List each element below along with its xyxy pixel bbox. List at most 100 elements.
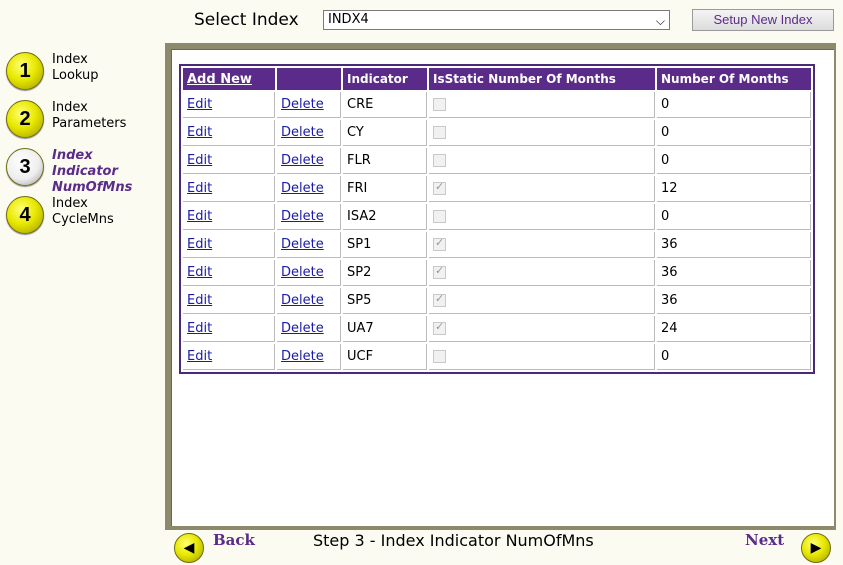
delete-cell: Delete bbox=[277, 316, 341, 342]
edit-link[interactable]: Edit bbox=[187, 293, 212, 308]
edit-link[interactable]: Edit bbox=[187, 209, 212, 224]
indicator-cell: FRI bbox=[343, 176, 427, 202]
step-3-label: Index Indicator NumOfMns bbox=[52, 148, 132, 196]
edit-cell: Edit bbox=[183, 120, 275, 146]
next-arrow-icon[interactable]: ▶ bbox=[801, 533, 831, 563]
delete-link[interactable]: Delete bbox=[281, 181, 324, 196]
is-static-checkbox[interactable] bbox=[433, 126, 446, 139]
add-new-header[interactable]: Add New bbox=[183, 68, 275, 90]
top-bar: Select Index INDX4 ⌵ Setup New Index bbox=[0, 0, 843, 40]
delete-link[interactable]: Delete bbox=[281, 293, 324, 308]
delete-link[interactable]: Delete bbox=[281, 321, 324, 336]
step-1[interactable]: 1 Index Lookup bbox=[6, 52, 166, 96]
is-static-cell: ✓ bbox=[429, 176, 655, 202]
delete-cell: Delete bbox=[277, 288, 341, 314]
indicator-cell: CRE bbox=[343, 92, 427, 118]
step-3-label-line1: Index bbox=[52, 148, 93, 163]
is-static-column-header: IsStatic Number Of Months bbox=[429, 68, 655, 90]
table-header-row: Add New Indicator IsStatic Number Of Mon… bbox=[183, 68, 811, 90]
table-row: Edit Delete UCF 0 bbox=[183, 344, 811, 370]
edit-cell: Edit bbox=[183, 288, 275, 314]
edit-link[interactable]: Edit bbox=[187, 265, 212, 280]
delete-link[interactable]: Delete bbox=[281, 265, 324, 280]
delete-cell: Delete bbox=[277, 120, 341, 146]
edit-link[interactable]: Edit bbox=[187, 125, 212, 140]
is-static-checkbox[interactable]: ✓ bbox=[433, 264, 446, 279]
is-static-cell: ✓ bbox=[429, 288, 655, 314]
step-2-label-line1: Index bbox=[52, 100, 88, 115]
table-row: Edit Delete ISA2 0 bbox=[183, 204, 811, 230]
is-static-cell: ✓ bbox=[429, 316, 655, 342]
delete-cell: Delete bbox=[277, 344, 341, 370]
delete-column-header bbox=[277, 68, 341, 90]
edit-cell: Edit bbox=[183, 148, 275, 174]
delete-cell: Delete bbox=[277, 92, 341, 118]
wizard-footer: ◀ Back Step 3 - Index Indicator NumOfMns… bbox=[165, 530, 843, 565]
is-static-checkbox[interactable]: ✓ bbox=[433, 320, 446, 335]
delete-link[interactable]: Delete bbox=[281, 125, 324, 140]
step-3-label-line3: NumOfMns bbox=[52, 180, 133, 195]
step-3-label-line2: Indicator bbox=[52, 164, 118, 179]
delete-link[interactable]: Delete bbox=[281, 209, 324, 224]
step-3-number-icon: 3 bbox=[6, 148, 44, 186]
indicator-cell: FLR bbox=[343, 148, 427, 174]
step-caption: Step 3 - Index Indicator NumOfMns bbox=[313, 531, 594, 550]
indicator-table: Add New Indicator IsStatic Number Of Mon… bbox=[179, 64, 815, 374]
is-static-checkbox[interactable] bbox=[433, 210, 446, 223]
indicator-cell: SP2 bbox=[343, 260, 427, 286]
back-arrow-icon[interactable]: ◀ bbox=[174, 533, 204, 563]
edit-link[interactable]: Edit bbox=[187, 97, 212, 112]
number-of-months-cell: 36 bbox=[657, 232, 811, 258]
next-button[interactable]: Next bbox=[745, 531, 784, 549]
edit-link[interactable]: Edit bbox=[187, 237, 212, 252]
edit-link[interactable]: Edit bbox=[187, 181, 212, 196]
edit-cell: Edit bbox=[183, 316, 275, 342]
checkmark-icon: ✓ bbox=[435, 180, 445, 193]
is-static-cell bbox=[429, 148, 655, 174]
step-2-label-line2: Parameters bbox=[52, 116, 127, 131]
is-static-checkbox[interactable] bbox=[433, 98, 446, 111]
edit-link[interactable]: Edit bbox=[187, 321, 212, 336]
is-static-cell bbox=[429, 344, 655, 370]
indicator-column-header: Indicator bbox=[343, 68, 427, 90]
table-row: Edit Delete SP2 ✓ 36 bbox=[183, 260, 811, 286]
step-4[interactable]: 4 Index CycleMns bbox=[6, 196, 166, 240]
is-static-checkbox[interactable] bbox=[433, 154, 446, 167]
table-row: Edit Delete CY 0 bbox=[183, 120, 811, 146]
delete-cell: Delete bbox=[277, 260, 341, 286]
table-row: Edit Delete CRE 0 bbox=[183, 92, 811, 118]
back-button[interactable]: Back bbox=[213, 531, 255, 549]
delete-cell: Delete bbox=[277, 176, 341, 202]
indicator-cell: UCF bbox=[343, 344, 427, 370]
setup-new-index-button[interactable]: Setup New Index bbox=[692, 9, 834, 31]
step-3[interactable]: 3 Index Indicator NumOfMns bbox=[6, 148, 166, 196]
delete-link[interactable]: Delete bbox=[281, 97, 324, 112]
edit-link[interactable]: Edit bbox=[187, 349, 212, 364]
delete-link[interactable]: Delete bbox=[281, 237, 324, 252]
is-static-checkbox[interactable] bbox=[433, 350, 446, 363]
edit-link[interactable]: Edit bbox=[187, 153, 212, 168]
is-static-checkbox[interactable]: ✓ bbox=[433, 292, 446, 307]
indicator-cell: SP1 bbox=[343, 232, 427, 258]
step-1-label-line1: Index bbox=[52, 52, 88, 67]
delete-cell: Delete bbox=[277, 232, 341, 258]
is-static-cell: ✓ bbox=[429, 232, 655, 258]
step-4-label: Index CycleMns bbox=[52, 196, 114, 228]
delete-link[interactable]: Delete bbox=[281, 349, 324, 364]
number-of-months-cell: 36 bbox=[657, 288, 811, 314]
is-static-checkbox[interactable]: ✓ bbox=[433, 180, 446, 195]
step-2[interactable]: 2 Index Parameters bbox=[6, 100, 166, 144]
is-static-checkbox[interactable]: ✓ bbox=[433, 236, 446, 251]
delete-link[interactable]: Delete bbox=[281, 153, 324, 168]
index-select-value: INDX4 bbox=[328, 12, 369, 27]
chevron-down-icon: ⌵ bbox=[655, 14, 665, 28]
checkmark-icon: ✓ bbox=[435, 264, 445, 277]
add-new-link[interactable]: Add New bbox=[187, 72, 252, 87]
number-of-months-cell: 36 bbox=[657, 260, 811, 286]
is-static-cell bbox=[429, 204, 655, 230]
index-select[interactable]: INDX4 ⌵ bbox=[323, 10, 670, 30]
indicator-cell: SP5 bbox=[343, 288, 427, 314]
number-of-months-cell: 0 bbox=[657, 344, 811, 370]
edit-cell: Edit bbox=[183, 92, 275, 118]
indicator-cell: ISA2 bbox=[343, 204, 427, 230]
